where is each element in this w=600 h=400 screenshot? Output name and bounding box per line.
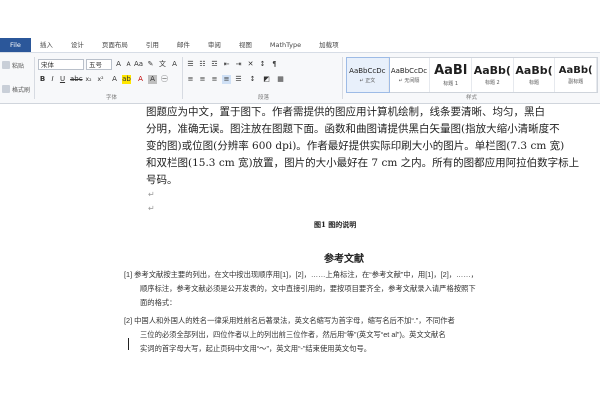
- bullets-icon[interactable]: ☰: [186, 60, 195, 69]
- style-heading-2[interactable]: AaBb( 标题 2: [472, 58, 514, 92]
- sort-icon[interactable]: ↕: [258, 60, 267, 69]
- style-name: 副标题: [568, 79, 584, 85]
- enclose-char-icon[interactable]: ㊀: [160, 75, 169, 84]
- change-case-icon[interactable]: Aa: [134, 60, 143, 69]
- font-name-select[interactable]: 宋体: [38, 59, 84, 70]
- divider: [34, 57, 35, 99]
- document-page[interactable]: 图题应为中文，置于图下。作者需提供的图应用计算机绘制，线条要清晰、均匀，黑白 分…: [118, 104, 579, 400]
- style-name: ↵ 正文: [359, 77, 376, 84]
- style-normal[interactable]: AaBbCcDc ↵ 正文: [346, 57, 390, 93]
- paste-label: 粘贴: [12, 62, 25, 70]
- format-painter-label: 格式刷: [12, 86, 31, 94]
- show-marks-icon[interactable]: ¶: [270, 60, 279, 69]
- justify-icon[interactable]: ≡: [222, 75, 231, 84]
- tab-file[interactable]: File: [0, 38, 31, 52]
- figure-caption: 图1 图的说明: [314, 220, 357, 229]
- font-size-select[interactable]: 五号: [86, 59, 112, 70]
- italic-icon[interactable]: I: [48, 75, 57, 84]
- underline-icon[interactable]: U: [58, 75, 67, 84]
- highlight-icon[interactable]: ab: [122, 75, 131, 84]
- align-right-icon[interactable]: ≡: [210, 75, 219, 84]
- shrink-font-icon[interactable]: A: [124, 60, 133, 69]
- ribbon: 粘贴 格式刷 宋体 五号 A A Aa ✎ 文 A B I U abc x₂ x…: [0, 53, 600, 104]
- body-line-2: 分明，准确无误。图注放在图题下面。函数和曲图请提供黑白矢量图(指放大缩小清晰度不: [146, 123, 560, 135]
- style-name: ↵ 无间隔: [398, 77, 420, 84]
- phonetic-guide-icon[interactable]: 文: [158, 60, 167, 69]
- references-heading: 参考文献: [324, 254, 364, 265]
- increase-indent-icon[interactable]: ⇥: [234, 60, 243, 69]
- font-group-label: 字体: [106, 95, 118, 101]
- char-shading-icon[interactable]: A: [148, 75, 157, 84]
- paragraph-mark: ↵: [148, 190, 155, 199]
- tab-review[interactable]: 审阅: [199, 38, 230, 52]
- body-line-1: 图题应为中文，置于图下。作者需提供的图应用计算机绘制，线条要清晰、均匀，黑白: [146, 106, 545, 118]
- numbering-icon[interactable]: ☷: [198, 60, 207, 69]
- line-spacing-icon[interactable]: ↕: [248, 75, 257, 84]
- superscript-icon[interactable]: x²: [96, 75, 105, 84]
- ribbon-tab-bar: File 插入 设计 页面布局 引用 邮件 审阅 视图 MathType 加载项: [0, 38, 600, 53]
- align-center-icon[interactable]: ≡: [198, 75, 207, 84]
- paragraph-group-label: 段落: [258, 95, 270, 101]
- style-sample: AaBb(: [558, 65, 593, 76]
- style-name: 标题: [529, 80, 540, 86]
- tab-insert[interactable]: 插入: [31, 38, 62, 52]
- style-heading-1[interactable]: AaBl 标题 1: [430, 58, 473, 92]
- divider: [342, 57, 343, 99]
- reference-line-5: 三位的必须全部列出，四位作者以上的列出前三位作者，然后用“等”(英文写“et a…: [140, 330, 446, 339]
- style-no-spacing[interactable]: AaBbCcDc ↵ 无间隔: [389, 58, 431, 92]
- body-line-3: 变的图)或位图(分辨率 600 dpi)。作者最好提供实际印刷大小的图片。单栏图…: [146, 140, 565, 152]
- paste-icon: [2, 61, 10, 69]
- reference-line-3: 面的格式：: [140, 298, 177, 307]
- tab-mailings[interactable]: 邮件: [168, 38, 199, 52]
- style-sample: AaBbCcDc: [349, 66, 386, 75]
- chinese-layout-icon[interactable]: ✕: [246, 60, 255, 69]
- tab-page-layout[interactable]: 页面布局: [93, 38, 137, 52]
- shading-icon[interactable]: ◩: [262, 75, 271, 84]
- format-painter-button[interactable]: 格式刷: [0, 83, 32, 95]
- font-color-icon[interactable]: A: [136, 75, 145, 84]
- borders-icon[interactable]: ▦: [276, 75, 285, 84]
- clear-format-icon[interactable]: ✎: [146, 60, 155, 69]
- reference-line-2: 顺序标注，参考文献必须是公开发表的，文中直接引用的，要按项目要齐全，参考文献录入…: [140, 284, 476, 293]
- styles-gallery: AaBbCcDc ↵ 正文 AaBbCcDc ↵ 无间隔 AaBl 标题 1 A…: [346, 57, 598, 93]
- tab-design[interactable]: 设计: [62, 38, 93, 52]
- tab-addins[interactable]: 加载项: [310, 38, 348, 52]
- reference-line-4: [2] 中国人和外国人的姓名一律采用姓前名后著录法，英文名缩写为首字母，缩写名后…: [124, 316, 455, 325]
- body-line-4: 和双栏图(15.3 cm 宽)放置，图片的大小最好在 7 cm 之内。所有的图都…: [146, 157, 580, 169]
- multilevel-list-icon[interactable]: ☲: [210, 60, 219, 69]
- styles-group-label: 样式: [466, 95, 478, 101]
- reference-line-6: 实词的首字母大写，起止页码中文用“～”，英文用“-”结束使用英文句号。: [140, 344, 372, 353]
- bold-icon[interactable]: B: [38, 75, 47, 84]
- style-name: 标题 1: [443, 81, 459, 87]
- tab-references[interactable]: 引用: [137, 38, 168, 52]
- document-area[interactable]: 图题应为中文，置于图下。作者需提供的图应用计算机绘制，线条要清晰、均匀，黑白 分…: [0, 104, 600, 400]
- style-sample: AaBb(: [473, 64, 511, 77]
- text-cursor: [128, 338, 129, 350]
- style-title[interactable]: AaBb( 标题: [514, 58, 556, 92]
- text-effects-icon[interactable]: A: [110, 75, 119, 84]
- paste-button[interactable]: 粘贴: [0, 59, 32, 71]
- align-left-icon[interactable]: ≡: [186, 75, 195, 84]
- style-sample: AaBl: [434, 63, 468, 78]
- subscript-icon[interactable]: x₂: [84, 75, 93, 84]
- grow-font-icon[interactable]: A: [114, 60, 123, 69]
- reference-line-1: [1] 参考文献按主要的列出，在文中按出现顺序用[1]，[2]，……上角标注，在…: [124, 270, 478, 279]
- style-name: 标题 2: [484, 80, 500, 86]
- style-sample: AaBb(: [515, 64, 553, 77]
- style-subtitle[interactable]: AaBb( 副标题: [555, 58, 598, 92]
- tab-view[interactable]: 视图: [230, 38, 261, 52]
- strikethrough-icon[interactable]: abc: [70, 75, 83, 84]
- char-border-icon[interactable]: A: [170, 60, 179, 69]
- tab-mathtype[interactable]: MathType: [261, 38, 310, 52]
- clipboard-group: 粘贴 格式刷: [0, 53, 32, 103]
- divider: [182, 57, 183, 99]
- paragraph-mark: ↵: [148, 204, 155, 213]
- body-line-5: 号码。: [146, 174, 178, 186]
- decrease-indent-icon[interactable]: ⇤: [222, 60, 231, 69]
- format-painter-icon: [2, 85, 10, 93]
- style-sample: AaBbCcDc: [390, 66, 428, 75]
- distributed-icon[interactable]: ☰: [234, 75, 243, 84]
